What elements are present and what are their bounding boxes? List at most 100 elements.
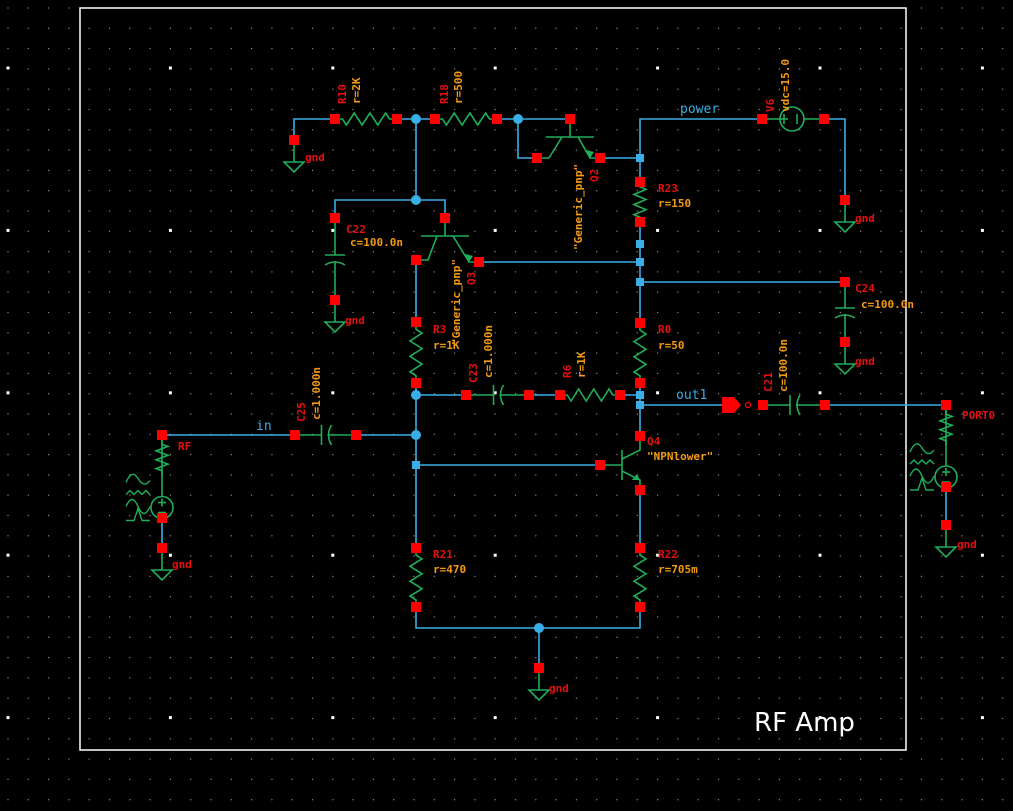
c25-name[interactable]: C25 [295, 402, 308, 422]
pin[interactable] [758, 400, 768, 410]
pin[interactable] [157, 513, 167, 523]
pin[interactable] [635, 318, 645, 328]
pin[interactable] [941, 482, 951, 492]
pin[interactable] [411, 602, 421, 612]
wire-connection[interactable] [636, 401, 644, 409]
pin[interactable] [635, 177, 645, 187]
pin[interactable] [532, 153, 542, 163]
pin[interactable] [290, 430, 300, 440]
c25-param[interactable]: c=1.000n [310, 367, 323, 420]
resistor-r18[interactable] [435, 111, 497, 127]
pin[interactable] [635, 485, 645, 495]
wire-junction[interactable] [534, 623, 544, 633]
capacitor-c21[interactable] [763, 394, 825, 416]
pin[interactable] [330, 114, 340, 124]
transistor-q4[interactable] [600, 436, 641, 490]
pin[interactable] [635, 217, 645, 227]
r18-name[interactable]: R18 [438, 84, 451, 104]
wire-connection[interactable] [412, 461, 420, 469]
pin[interactable] [635, 378, 645, 388]
net-label-out1[interactable]: out1 [676, 388, 707, 403]
wire[interactable] [517, 119, 537, 159]
wire-connection[interactable] [636, 278, 644, 286]
r23-name[interactable]: R23 [658, 182, 678, 195]
pin[interactable] [534, 663, 544, 673]
pin[interactable] [351, 430, 361, 440]
pin[interactable] [595, 153, 605, 163]
pin[interactable] [820, 400, 830, 410]
wire[interactable] [334, 199, 446, 218]
wire[interactable] [639, 118, 762, 182]
r3-param[interactable]: r=1K [433, 339, 460, 352]
v6-param[interactable]: vdc=15.0 [779, 59, 792, 112]
pin[interactable] [615, 390, 625, 400]
c22-param[interactable]: c=100.0n [350, 236, 403, 249]
pin[interactable] [635, 543, 645, 553]
output-pin-arrow-icon[interactable] [722, 397, 741, 413]
r6-name[interactable]: R6 [561, 364, 574, 378]
resistor-r6[interactable] [560, 387, 620, 403]
pin[interactable] [819, 114, 829, 124]
transistor-q2[interactable] [537, 119, 600, 159]
pin[interactable] [941, 400, 951, 410]
pin[interactable] [157, 430, 167, 440]
pin[interactable] [330, 295, 340, 305]
q3-param[interactable]: "Generic_pnp" [450, 259, 463, 345]
pin[interactable] [757, 114, 767, 124]
resistor-r10[interactable] [335, 111, 397, 127]
wire-connection[interactable] [636, 240, 644, 248]
pin[interactable] [555, 390, 565, 400]
gnd-triangle-icon[interactable] [323, 321, 347, 334]
wire-junction[interactable] [411, 390, 421, 400]
pin[interactable] [635, 602, 645, 612]
c21-param[interactable]: c=100.0n [777, 339, 790, 392]
pin[interactable] [411, 543, 421, 553]
output-pin-bubble[interactable] [744, 401, 752, 409]
pin[interactable] [840, 195, 850, 205]
wire-junction[interactable] [411, 114, 421, 124]
resistor-r0[interactable] [632, 323, 648, 383]
pin[interactable] [461, 390, 471, 400]
wire[interactable] [415, 607, 641, 629]
gnd-triangle-icon[interactable] [150, 569, 174, 582]
wire-connection[interactable] [636, 391, 644, 399]
wire[interactable] [293, 118, 335, 140]
gnd-triangle-icon[interactable] [833, 363, 857, 376]
r23-param[interactable]: r=150 [658, 197, 691, 210]
q2-name[interactable]: Q2 [588, 169, 601, 182]
r22-param[interactable]: r=705m [658, 563, 698, 576]
net-label-in[interactable]: in [256, 419, 272, 434]
waveform-icon[interactable] [909, 443, 935, 491]
r0-name[interactable]: R0 [658, 323, 671, 336]
resistor-r23[interactable] [631, 182, 649, 222]
r22-name[interactable]: R22 [658, 548, 678, 561]
pin[interactable] [440, 213, 450, 223]
pin[interactable] [840, 337, 850, 347]
gnd-triangle-icon[interactable] [527, 689, 551, 702]
wire-junction[interactable] [513, 114, 523, 124]
pin[interactable] [289, 135, 299, 145]
pin[interactable] [157, 543, 167, 553]
c23-name[interactable]: C23 [467, 363, 480, 383]
pin[interactable] [474, 257, 484, 267]
r0-param[interactable]: r=50 [658, 339, 685, 352]
wire-connection[interactable] [636, 154, 644, 162]
r3-name[interactable]: R3 [433, 323, 446, 336]
r21-param[interactable]: r=470 [433, 563, 466, 576]
pin[interactable] [635, 431, 645, 441]
c24-param[interactable]: c=100.0n [861, 298, 914, 311]
transistor-q3[interactable] [416, 218, 479, 263]
resistor-r3[interactable] [408, 322, 424, 383]
schematic-canvas[interactable]: in out1 power R10 r=2K R18 r=500 "Generi… [0, 0, 1013, 811]
pin[interactable] [411, 255, 421, 265]
q4-param[interactable]: "NPNlower" [647, 450, 713, 463]
c21-name[interactable]: C21 [762, 372, 775, 392]
rf-port-name[interactable]: RF [178, 440, 191, 453]
gnd-triangle-icon[interactable] [833, 221, 857, 234]
q2-param[interactable]: "Generic_pnp" [572, 164, 585, 250]
r18-param[interactable]: r=500 [452, 71, 465, 104]
capacitor-c25[interactable] [295, 424, 356, 446]
pin[interactable] [411, 317, 421, 327]
r10-name[interactable]: R10 [336, 84, 349, 104]
pin[interactable] [392, 114, 402, 124]
